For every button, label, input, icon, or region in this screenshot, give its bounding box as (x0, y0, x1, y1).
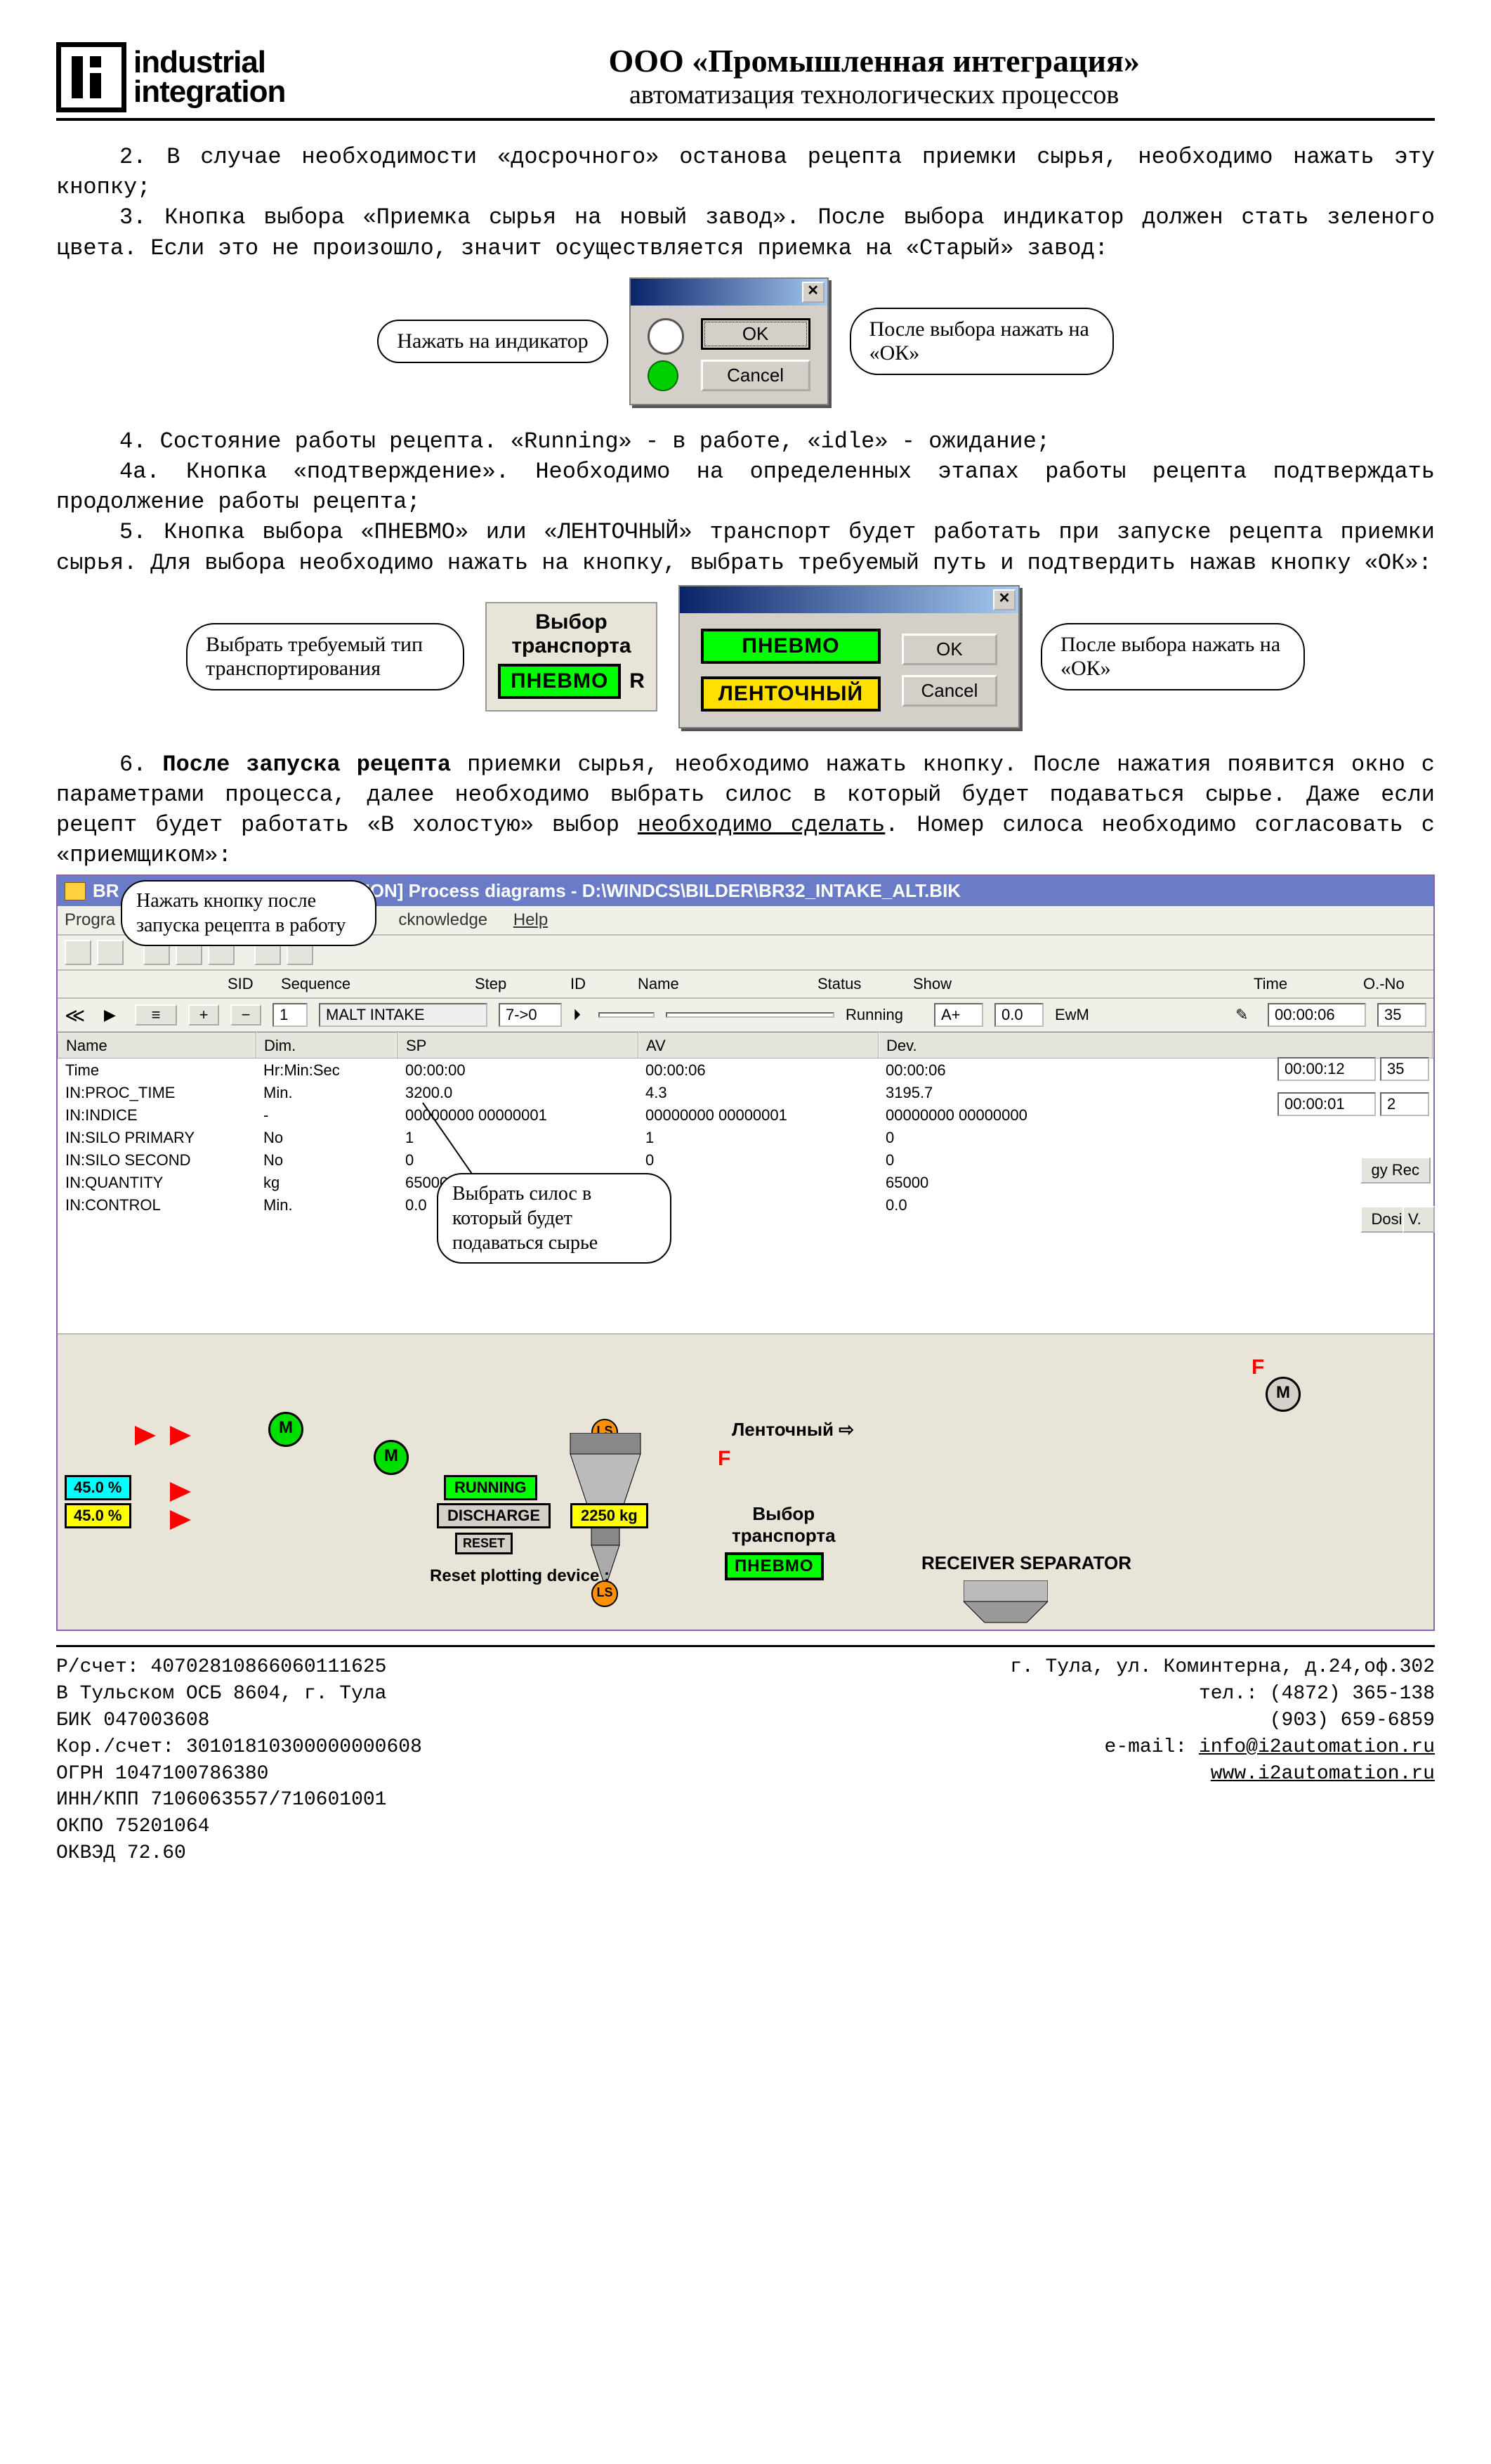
reset-button[interactable]: RESET (455, 1533, 513, 1554)
table-row: IN:PROC_TIMEMin.3200.04.33195.7 (58, 1082, 1433, 1104)
transport-label-1: Выбор (498, 610, 645, 634)
email-link[interactable]: info@i2automation.ru (1199, 1736, 1435, 1758)
logo-text-1: industrial (133, 48, 285, 77)
logo: industrial integration (56, 42, 285, 112)
para-6: 6. После запуска рецепта приемки сырья, … (56, 749, 1435, 871)
table-row: IN:SILO SECONDNo000 (58, 1149, 1433, 1172)
callout-press-ok: После выбора нажать на «ОК» (850, 308, 1114, 375)
process-diagram: 45.0 % 45.0 % M M LS LS RUNNING DISCHARG… (58, 1333, 1433, 1630)
arrow-icon (170, 1426, 191, 1446)
page-header: industrial integration ООО «Промышленная… (56, 42, 1435, 121)
gyrec-button[interactable]: gy Rec (1360, 1157, 1431, 1184)
transport-label: Выбортранспорта (732, 1503, 836, 1547)
footer-left: Р/счет: 40702810866060111625 В Тульском … (56, 1654, 422, 1866)
table-row: IN:SILO PRIMARYNo110 (58, 1127, 1433, 1149)
dialog-transport: ✕ ПНЕВМО ЛЕНТОЧНЫЙ OK Cancel (678, 585, 1020, 728)
title-path: ION] Process diagrams - D:\WINDCS\BILDER… (365, 880, 961, 902)
parameters-table: Name Dim. SP AV Dev. TimeHr:Min:Sec00:00… (58, 1033, 1433, 1333)
motor-icon: M (1266, 1377, 1301, 1412)
table-row: IN:QUANTITYkg65000065000 (58, 1172, 1433, 1194)
radio-indicator[interactable] (648, 318, 684, 355)
dialog-ok-cancel: ✕ OK Cancel (629, 277, 829, 405)
transport-label-2: транспорта (498, 634, 645, 658)
receiver-label: RECEIVER SEPARATOR (921, 1552, 1131, 1574)
pnevmo-button[interactable]: ПНЕВМО (725, 1552, 824, 1580)
motor-icon: M (268, 1412, 303, 1447)
close-icon[interactable]: ✕ (802, 282, 825, 303)
indicator-green-icon[interactable] (648, 360, 678, 391)
app-icon (65, 882, 86, 900)
v-button[interactable]: V. (1403, 1206, 1435, 1233)
ok-button[interactable]: OK (902, 634, 997, 665)
para-4a: 4а. Кнопка «подтверждение». Необходимо н… (56, 457, 1435, 517)
option-lentochny-button[interactable]: ЛЕНТОЧНЫЙ (701, 676, 881, 712)
page-footer: Р/счет: 40702810866060111625 В Тульском … (56, 1645, 1435, 1866)
time-row-2: 00:00:1235 (1277, 1057, 1429, 1081)
arrow-icon (170, 1482, 191, 1502)
tool-button[interactable] (97, 940, 124, 965)
f-label: F (1252, 1356, 1264, 1380)
title-prefix: BR (93, 880, 119, 902)
motor-icon: M (374, 1440, 409, 1475)
site-link[interactable]: www.i2automation.ru (1211, 1763, 1435, 1785)
table-row: IN:INDICE-00000000 0000000100000000 0000… (58, 1104, 1433, 1127)
gauge-1: 45.0 % (65, 1475, 131, 1500)
discharge-button[interactable]: DISCHARGE (437, 1503, 551, 1528)
ok-button[interactable]: OK (701, 318, 810, 350)
step-field[interactable]: 7->0 (499, 1003, 562, 1027)
ono-field: 35 (1377, 1003, 1426, 1027)
sequence-values-row: ≪ ▶ ≡ + − 1 MALT INTAKE 7->0 ⏵ Running A… (58, 999, 1433, 1033)
speech-start-recipe: Нажать кнопку после запуска рецепта в ра… (121, 880, 376, 946)
speech-select-silo: Выбрать силос в который будет подаваться… (437, 1173, 671, 1264)
callout-press-ok-2: После выбора нажать на «ОК» (1041, 623, 1305, 690)
callout-select-transport: Выбрать требуемый тип транспортирования (186, 623, 464, 690)
logo-icon (56, 42, 126, 112)
para-5: 5. Кнопка выбора «ПНЕВМО» или «ЛЕНТОЧНЫЙ… (56, 517, 1435, 577)
running-indicator: RUNNING (444, 1475, 537, 1500)
id-field[interactable] (598, 1012, 655, 1018)
status-value: Running (846, 1006, 923, 1024)
footer-right: г. Тула, ул. Коминтерна, д.24,оф.302 тел… (1010, 1654, 1435, 1866)
reset-plot-label: Reset plotting device : (430, 1566, 610, 1586)
sequence-field[interactable]: MALT INTAKE (319, 1003, 487, 1027)
company-name: ООО «Промышленная интеграция» (313, 42, 1435, 79)
logo-text-2: integration (133, 77, 285, 107)
weight-indicator: 2250 kg (570, 1503, 648, 1528)
callout-press-indicator: Нажать на индикатор (377, 320, 607, 363)
para-2: 2. В случае необходимости «досрочного» о… (56, 142, 1435, 202)
para-4: 4. Состояние работы рецепта. «Running» -… (56, 426, 1435, 457)
name-field[interactable] (666, 1012, 834, 1018)
time-row-3: 00:00:012 (1277, 1092, 1429, 1116)
table-row: IN:CONTROLMin.0.00.00.0 (58, 1194, 1433, 1217)
transport-current-button[interactable]: ПНЕВМО (498, 664, 621, 699)
close-icon[interactable]: ✕ (993, 589, 1016, 610)
tool-button[interactable] (65, 940, 91, 965)
transport-panel: Выбор транспорта ПНЕВМО R (485, 602, 657, 712)
tagline: автоматизация технологических процессов (313, 79, 1435, 110)
lentochny-label: Ленточный ⇨ (732, 1419, 854, 1441)
para-3: 3. Кнопка выбора «Приемка сырья на новый… (56, 202, 1435, 263)
arrow-icon (135, 1426, 156, 1446)
cancel-button[interactable]: Cancel (701, 360, 810, 391)
separator-icon (964, 1580, 1048, 1630)
gauge-2: 45.0 % (65, 1503, 131, 1528)
arrow-icon (170, 1510, 191, 1530)
table-row: TimeHr:Min:Sec00:00:0000:00:0600:00:06 (58, 1059, 1433, 1082)
r-label: R (629, 669, 645, 693)
f-label: F (718, 1447, 730, 1471)
option-pnevmo-button[interactable]: ПНЕВМО (701, 629, 881, 664)
sequence-labels-row: SID Sequence Step ID Name Status Show Ti… (58, 971, 1433, 999)
time-field: 00:00:06 (1268, 1003, 1366, 1027)
cancel-button[interactable]: Cancel (902, 675, 997, 707)
process-window: Нажать кнопку после запуска рецепта в ра… (56, 874, 1435, 1631)
sid-field[interactable]: 1 (272, 1003, 308, 1027)
